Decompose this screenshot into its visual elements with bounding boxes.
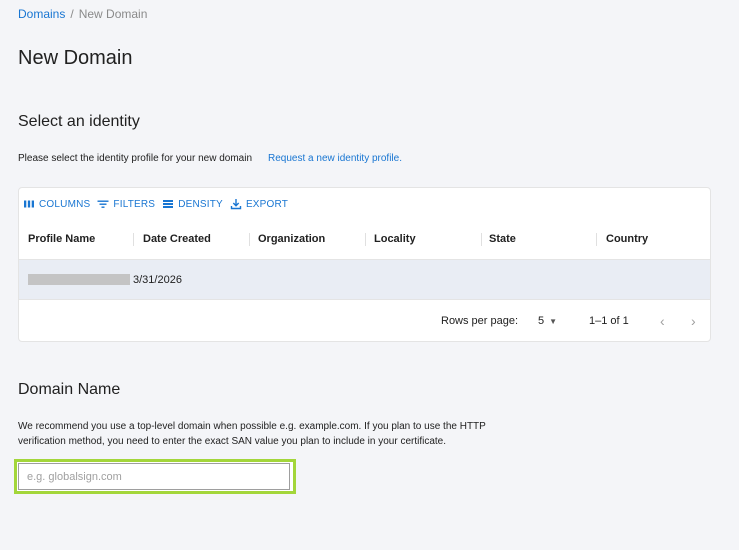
cell-date-created: 3/31/2026: [133, 274, 182, 286]
column-header-locality[interactable]: Locality: [374, 222, 416, 260]
filters-button[interactable]: FILTERS: [97, 198, 155, 210]
domain-description: We recommend you use a top-level domain …: [18, 419, 578, 449]
identity-description: Please select the identity profile for y…: [18, 153, 402, 164]
filter-icon: [97, 200, 109, 208]
column-separator[interactable]: [133, 233, 134, 246]
column-header-date-created[interactable]: Date Created: [143, 222, 211, 260]
density-label: DENSITY: [178, 198, 223, 210]
column-separator[interactable]: [596, 233, 597, 246]
grid-toolbar: COLUMNS FILTERS DENSITY EXPORT: [23, 196, 295, 212]
breadcrumb: Domains / New Domain: [18, 7, 147, 21]
redacted-profile-name: [28, 274, 130, 285]
density-icon: [163, 200, 174, 208]
domain-input-highlight: [14, 459, 296, 494]
download-icon: [230, 199, 242, 210]
page-title: New Domain: [18, 47, 133, 69]
domain-section-title: Domain Name: [18, 381, 121, 398]
column-header-profile-name[interactable]: Profile Name: [28, 222, 95, 260]
rows-per-page-value: 5: [538, 315, 545, 327]
column-header-state[interactable]: State: [489, 222, 516, 260]
breadcrumb-domains-link[interactable]: Domains: [18, 7, 65, 21]
domain-description-line: verification method, you need to enter t…: [18, 436, 447, 447]
identity-section-title: Select an identity: [18, 113, 140, 130]
density-button[interactable]: DENSITY: [162, 198, 223, 210]
filters-label: FILTERS: [113, 198, 156, 210]
column-header-organization[interactable]: Organization: [258, 222, 325, 260]
caret-down-icon: ▼: [549, 317, 558, 326]
breadcrumb-separator: /: [70, 7, 74, 21]
table-row[interactable]: 3/31/2026: [19, 260, 710, 300]
request-identity-profile-link[interactable]: Request a new identity profile.: [268, 153, 402, 164]
domain-name-input[interactable]: [18, 463, 290, 490]
column-separator[interactable]: [365, 233, 366, 246]
identity-data-grid: COLUMNS FILTERS DENSITY EXPORT Profile N…: [18, 187, 711, 342]
column-header-country[interactable]: Country: [606, 222, 648, 260]
export-button[interactable]: EXPORT: [230, 198, 288, 210]
column-separator[interactable]: [249, 233, 250, 246]
domain-description-line: We recommend you use a top-level domain …: [18, 421, 486, 432]
column-separator[interactable]: [481, 233, 482, 246]
breadcrumb-current: New Domain: [78, 7, 148, 21]
chevron-left-icon[interactable]: ‹: [660, 300, 665, 342]
export-label: EXPORT: [245, 198, 289, 210]
grid-header-row: Profile Name Date Created Organization L…: [19, 222, 710, 260]
grid-footer: Rows per page: 5 ▼ 1–1 of 1 ‹ ›: [19, 300, 710, 342]
identity-description-text: Please select the identity profile for y…: [18, 153, 253, 164]
chevron-right-icon[interactable]: ›: [691, 300, 696, 342]
rows-per-page-select[interactable]: 5 ▼: [538, 300, 557, 343]
rows-per-page-label: Rows per page:: [441, 315, 519, 327]
columns-button[interactable]: COLUMNS: [23, 198, 90, 210]
pagination-range: 1–1 of 1: [589, 315, 629, 327]
columns-icon: [24, 200, 34, 208]
columns-label: COLUMNS: [39, 198, 91, 210]
